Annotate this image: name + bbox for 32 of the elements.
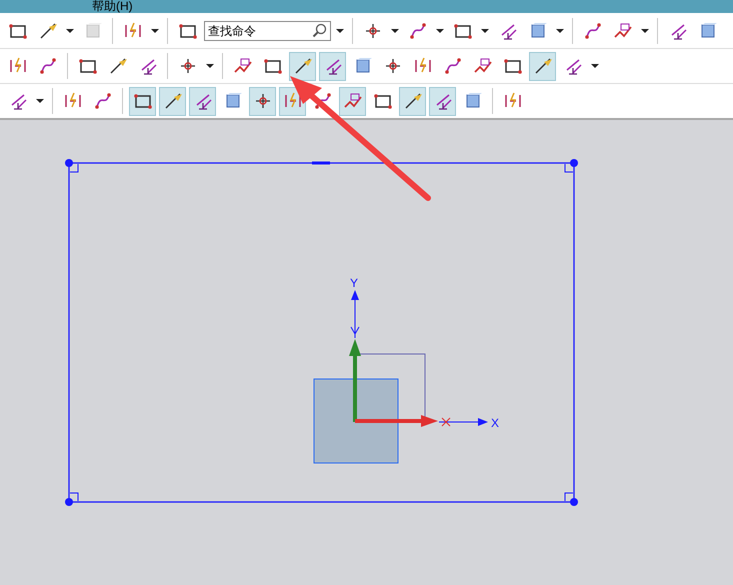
tool-icon <box>408 20 428 40</box>
dropdown-arrow-icon[interactable] <box>436 28 444 32</box>
dropdown-arrow-icon[interactable] <box>336 28 344 32</box>
dropdown-arrow-icon[interactable] <box>391 28 399 32</box>
tool-icon <box>442 56 462 76</box>
search-field[interactable]: 查找命令 <box>204 20 331 40</box>
tool-icon <box>372 91 392 111</box>
tool-icon <box>92 91 112 111</box>
dropdown-arrow-icon[interactable] <box>641 28 649 32</box>
tool-icon <box>262 56 282 76</box>
tool-icon <box>38 56 58 76</box>
tool-icon <box>312 91 332 111</box>
dropdown-arrow-icon[interactable] <box>36 99 44 103</box>
tool-icon <box>612 20 632 40</box>
y-axis-arrow <box>350 290 360 338</box>
menu-item[interactable]: 帮助(H) <box>92 0 133 13</box>
search-icon <box>312 23 327 38</box>
dropdown-arrow-icon[interactable] <box>66 28 74 32</box>
tool-icon <box>132 91 152 111</box>
dropdown-arrow-icon[interactable] <box>481 28 489 32</box>
dropdown-arrow-icon[interactable] <box>151 28 159 32</box>
dropdown-arrow-icon[interactable] <box>556 28 564 32</box>
toolbar-button[interactable] <box>129 86 156 116</box>
tool-icon <box>582 20 602 40</box>
toolbar-button[interactable] <box>249 86 276 116</box>
tool-icon <box>502 56 522 76</box>
tool-icon <box>78 56 98 76</box>
dropdown-arrow-icon[interactable] <box>591 64 599 68</box>
axis-label: X <box>491 416 500 430</box>
axis-label: Y <box>350 276 358 290</box>
dropdown-arrow-icon[interactable] <box>206 64 214 68</box>
x-axis-arrow <box>438 418 488 426</box>
